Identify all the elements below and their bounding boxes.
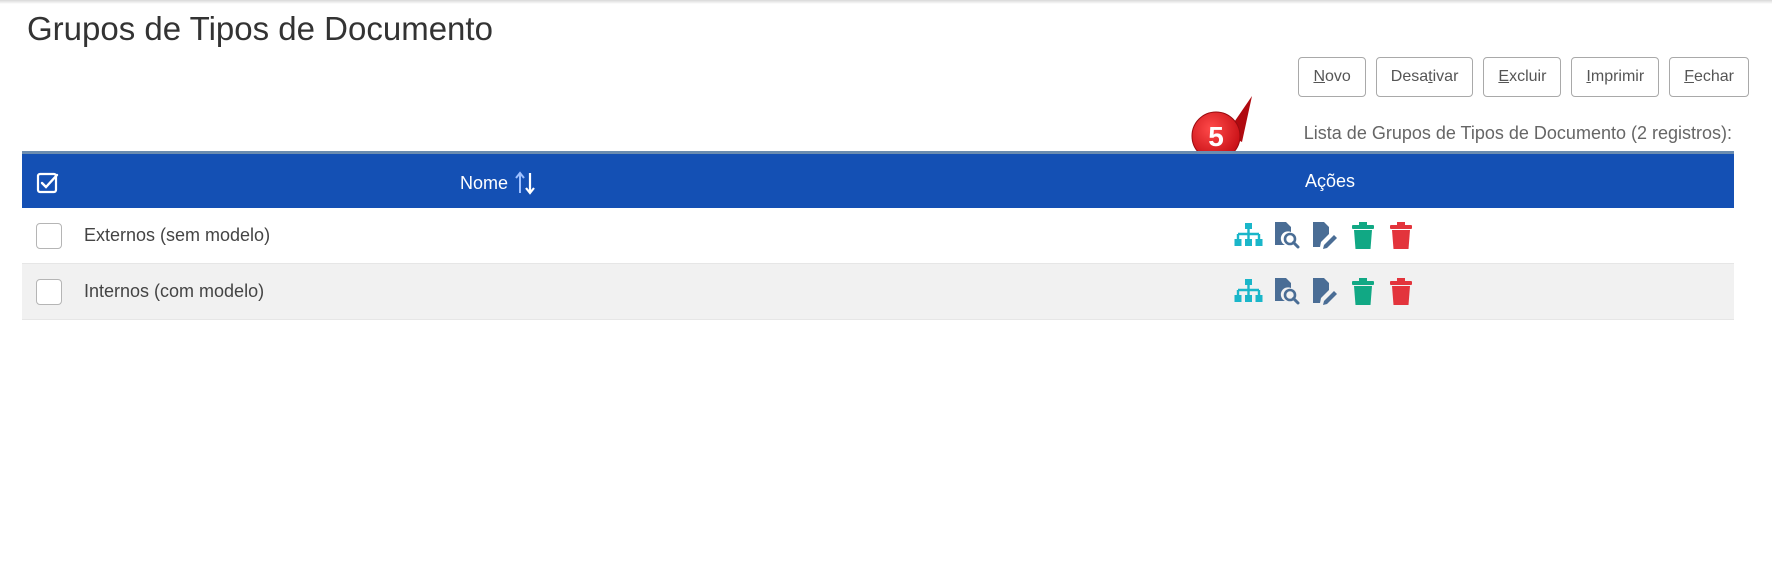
document-search-icon[interactable] — [1272, 220, 1301, 250]
fechar-label-key: F — [1684, 68, 1694, 85]
edit-document-icon[interactable] — [1310, 276, 1339, 306]
table-row: Externos (sem modelo) — [22, 208, 1734, 264]
novo-button[interactable]: Novo — [1298, 57, 1366, 97]
table-row: Internos (com modelo) — [22, 264, 1734, 320]
column-header-acoes: Ações — [1305, 171, 1356, 191]
table-header: Nome Ações — [22, 151, 1734, 208]
trash-icon[interactable] — [1348, 220, 1377, 250]
row-actions — [1234, 276, 1415, 306]
desativar-label-pre: Desa — [1390, 68, 1429, 85]
row-name: Internos (com modelo) — [84, 281, 265, 301]
trash-icon[interactable] — [1386, 220, 1415, 250]
trash-icon[interactable] — [1386, 276, 1415, 306]
fechar-button[interactable]: Fechar — [1669, 57, 1749, 97]
fechar-label-post: echar — [1693, 68, 1734, 85]
trash-icon[interactable] — [1348, 276, 1377, 306]
novo-label-key: N — [1313, 68, 1325, 85]
list-caption: Lista de Grupos de Tipos de Documento (2… — [1303, 123, 1732, 143]
row-checkbox[interactable] — [36, 279, 62, 305]
column-header-nome-label: Nome — [460, 172, 509, 193]
desativar-label-post: ivar — [1432, 68, 1459, 85]
table-body: Externos (sem modelo) Internos (com mode… — [22, 208, 1734, 320]
hierarchy-icon[interactable] — [1234, 276, 1263, 306]
excluir-button[interactable]: Excluir — [1483, 57, 1562, 97]
row-name: Externos (sem modelo) — [84, 225, 271, 245]
novo-label-post: ovo — [1325, 68, 1351, 85]
row-checkbox[interactable] — [36, 223, 62, 249]
top-shadow — [0, 0, 1772, 4]
excluir-label-post: xcluir — [1509, 68, 1547, 85]
excluir-label-key: E — [1498, 68, 1510, 85]
edit-document-icon[interactable] — [1310, 220, 1339, 250]
document-search-icon[interactable] — [1272, 276, 1301, 306]
groups-table: Nome Ações Externos (sem modelo) Interno… — [22, 151, 1734, 320]
imprimir-label-post: mprimir — [1590, 68, 1645, 85]
callout-number: 5 — [1208, 121, 1224, 152]
imprimir-button[interactable]: Imprimir — [1571, 57, 1660, 97]
column-header-nome[interactable]: Nome — [460, 171, 536, 195]
hierarchy-icon[interactable] — [1234, 220, 1263, 250]
check-square-icon[interactable] — [36, 171, 60, 195]
desativar-button[interactable]: Desa t ivar — [1375, 57, 1474, 97]
toolbar: Novo Desa t ivar Excluir Imprimir Fechar — [1298, 57, 1749, 97]
page-title: Grupos de Tipos de Documento — [27, 10, 493, 47]
sort-arrows-icon — [515, 171, 535, 195]
row-actions — [1234, 220, 1415, 250]
